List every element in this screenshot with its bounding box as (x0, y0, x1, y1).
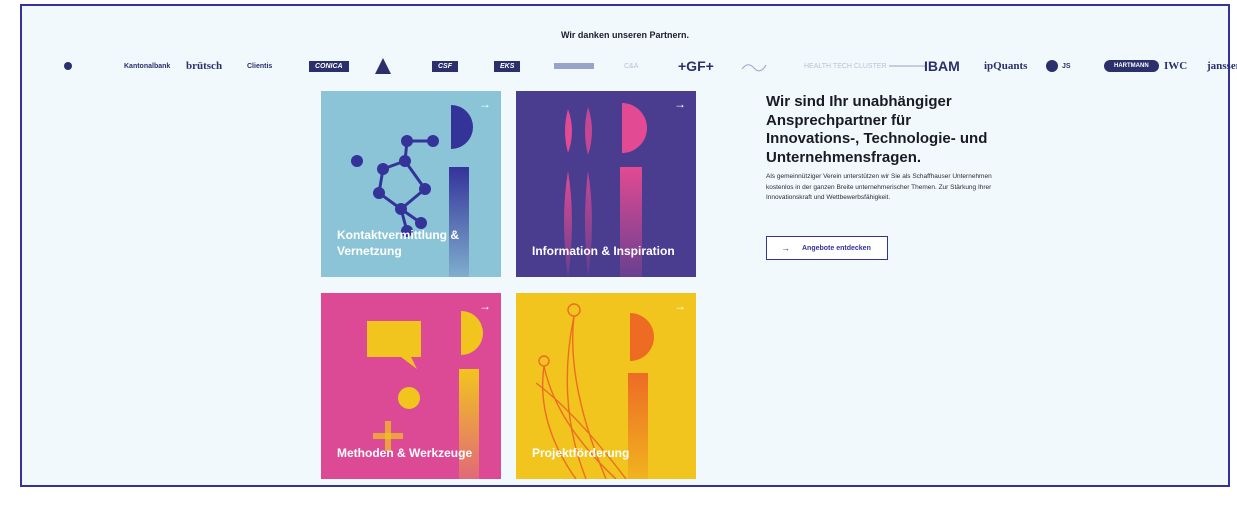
js-logo-icon (1046, 60, 1058, 72)
tile-kontaktvermittlung[interactable]: → Kontaktvermittlung & Vernetzung (321, 91, 501, 277)
partner-logo-12[interactable] (740, 55, 768, 77)
partner-logo-2[interactable]: Kantonalbank (124, 55, 170, 77)
partner-logo-9-graphic (554, 63, 594, 69)
tile-methoden[interactable]: → Methoden & Werkzeuge (321, 293, 501, 479)
partners-title: Wir danken unseren Partnern. (561, 30, 689, 40)
arrow-right-icon: → (479, 299, 491, 313)
partner-logo-16[interactable]: ipQuants (984, 55, 1027, 77)
partner-logo-7[interactable]: CSF (432, 55, 458, 77)
partner-logo-14-graphic (889, 65, 925, 67)
partner-logo-1[interactable] (64, 55, 76, 77)
partner-logo-15[interactable]: IBAM (924, 55, 960, 77)
triangle-logo-icon (375, 58, 391, 74)
arrow-right-icon: → (479, 97, 491, 111)
partner-logo-9[interactable] (554, 55, 594, 77)
partner-logo-18[interactable]: HARTMANN (1104, 55, 1159, 77)
signature-logo-icon (741, 64, 767, 72)
partner-logo-11[interactable]: +GF+ (678, 55, 714, 77)
partner-logo-14[interactable] (889, 55, 925, 77)
partner-logo-13[interactable]: HEALTH TECH CLUSTER (804, 55, 887, 77)
partner-logo-3[interactable]: brütsch (186, 55, 222, 77)
intro-headline: Wir sind Ihr unabhängiger Ansprechpartne… (766, 93, 988, 166)
partner-logo-19[interactable]: IWC (1164, 55, 1187, 77)
partner-logo-4[interactable]: Clientis (247, 55, 272, 77)
tile-label: Methoden & Werkzeuge (337, 446, 473, 460)
partner-logo-17[interactable]: JS (1046, 55, 1071, 77)
tile-information[interactable]: → Information & Inspiration (516, 91, 696, 277)
partner-logo-5[interactable]: CONICA (309, 55, 349, 77)
arrow-right-icon: → (781, 243, 790, 253)
partner-logo-strip: Kantonalbank brütsch Clientis CONICA CSF… (64, 55, 1237, 77)
partner-logo-20[interactable]: janssen (1207, 55, 1237, 77)
partner-logo-8[interactable]: EKS (494, 55, 521, 77)
arrow-right-icon: → (674, 299, 686, 313)
tile-label: Projektförderung (532, 446, 630, 460)
partner-logo-6[interactable] (374, 55, 392, 77)
tile-projektfoerderung[interactable]: → Projektförderung (516, 293, 696, 479)
tile-label: Information & Inspiration (532, 244, 675, 258)
circle-logo-icon (64, 62, 72, 70)
angebote-entdecken-button[interactable]: → Angebote entdecken (766, 236, 888, 260)
intro-body: Als gemeinnütziger Verein unterstützen w… (766, 173, 992, 201)
cta-label: Angebote entdecken (802, 244, 871, 252)
partner-logo-10[interactable]: C&A (624, 55, 638, 77)
arrow-right-icon: → (674, 97, 686, 111)
tile-label: Kontaktvermittlung & Vernetzung (337, 228, 460, 258)
